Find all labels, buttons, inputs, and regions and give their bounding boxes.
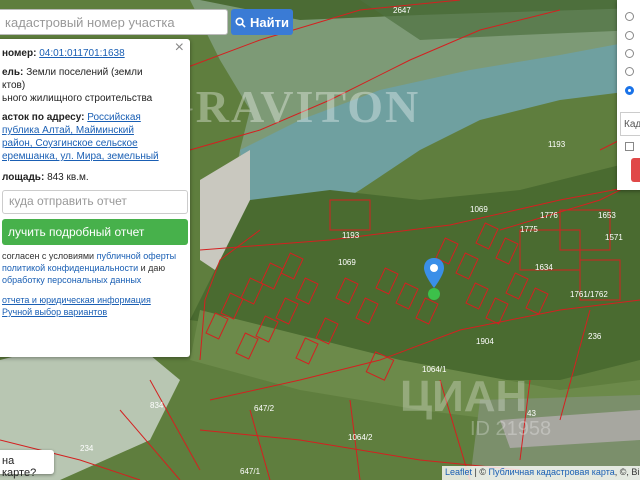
consent-text-2: и даю xyxy=(140,263,166,273)
right-cadastral-input[interactable]: Када xyxy=(620,112,640,136)
category-value-2: ктов) xyxy=(2,80,26,91)
category-label: ель: xyxy=(2,67,24,78)
parcel-number-row: номер: 04:01:011701:1638 xyxy=(2,47,182,60)
layer-option-1[interactable] xyxy=(625,12,634,21)
layer-option-3[interactable] xyxy=(625,49,634,58)
bottom-links: отчета и юридическая информация Ручной в… xyxy=(2,294,182,318)
map-label: 1634 xyxy=(535,263,553,272)
radio-icon[interactable] xyxy=(625,49,634,58)
radio-icon[interactable] xyxy=(625,31,634,40)
layer-checkbox[interactable] xyxy=(625,142,634,151)
address-row: асток по адресу: Российская публика Алта… xyxy=(2,111,182,163)
address-link-3[interactable]: район, Соузгинское сельское xyxy=(2,138,138,149)
personal-data-link[interactable]: обработку персональных данных xyxy=(2,275,141,285)
report-email-input[interactable]: куда отправить отчет xyxy=(2,190,188,214)
right-input-placeholder: Када xyxy=(624,119,640,130)
map-label: 1571 xyxy=(605,233,623,242)
red-action-button[interactable] xyxy=(631,158,640,182)
map-label: 1069 xyxy=(338,258,356,267)
report-info-link[interactable]: отчета и юридическая информация xyxy=(2,295,151,305)
map-label: 1776 xyxy=(540,211,558,220)
map-label: 1193 xyxy=(342,231,360,240)
consent-text: согласен с условиями публичной оферты по… xyxy=(2,250,182,286)
address-link-4[interactable]: еремшанка, ул. Мира, земельный xyxy=(2,151,159,162)
layer-option-4[interactable] xyxy=(625,67,634,76)
offer-link[interactable]: публичной оферты xyxy=(97,251,177,261)
search-icon xyxy=(235,16,246,28)
map-attribution: Leaflet | © Публичная кадастровая карта,… xyxy=(442,466,640,480)
find-button[interactable]: Найти xyxy=(231,9,293,35)
area-label: лощадь: xyxy=(2,172,45,183)
category-row: ель: Земли поселений (земли ктов) ьного … xyxy=(2,66,182,105)
radio-icon[interactable] xyxy=(625,67,634,76)
address-link-1[interactable]: Российская xyxy=(87,112,141,123)
radio-icon[interactable] xyxy=(625,12,634,21)
map-label: 1904 xyxy=(476,337,494,346)
where-on-map-button[interactable]: на карте? xyxy=(0,450,54,479)
parcel-number-label: номер: xyxy=(2,48,37,59)
area-row: лощадь: 843 кв.м. xyxy=(2,171,182,184)
map-label: 1761/1762 xyxy=(570,290,608,299)
map-label: 834 xyxy=(150,401,164,410)
privacy-link[interactable]: политикой конфиденциальности xyxy=(2,263,138,273)
map-pin-icon[interactable] xyxy=(424,258,444,288)
area-value: 843 кв.м. xyxy=(47,172,89,183)
map-label: 1064/1 xyxy=(422,365,447,374)
category-value: Земли поселений (земли xyxy=(26,67,143,78)
map-label: 2647 xyxy=(393,6,411,15)
map-label: 647/2 xyxy=(254,404,275,413)
checkbox-icon[interactable] xyxy=(625,142,634,151)
map-label: 1653 xyxy=(598,211,616,220)
leaflet-link[interactable]: Leaflet xyxy=(445,467,472,477)
close-icon[interactable]: × xyxy=(175,40,184,56)
get-report-button[interactable]: лучить подробный отчет xyxy=(2,219,188,245)
map-label: 236 xyxy=(588,332,602,341)
map-label: 43 xyxy=(527,409,536,418)
address-label: асток по адресу: xyxy=(2,112,85,123)
radio-selected-icon[interactable] xyxy=(625,86,634,95)
parcel-number-link[interactable]: 04:01:011701:1638 xyxy=(39,48,124,59)
map-label: 1064/2 xyxy=(348,433,373,442)
get-report-label: лучить подробный отчет xyxy=(8,224,145,239)
where-on-map-label: на карте? xyxy=(2,455,37,479)
map-label: 1069 xyxy=(470,205,488,214)
pkk-link[interactable]: Публичная кадастровая карта xyxy=(489,467,615,477)
layer-option-2[interactable] xyxy=(625,31,634,40)
address-link-2[interactable]: публика Алтай, Майминский xyxy=(2,125,134,136)
layer-option-5[interactable] xyxy=(625,86,634,95)
consent-text-1: согласен с условиями xyxy=(2,251,95,261)
parcel-info-panel: × номер: 04:01:011701:1638 ель: Земли по… xyxy=(0,39,190,357)
attribution-rest: , ©, Bing xyxy=(614,467,640,477)
map-label: 234 xyxy=(80,444,94,453)
manual-choice-link[interactable]: Ручной выбор вариантов xyxy=(2,307,107,317)
permitted-use-value: ьного жилищного строительства xyxy=(2,93,153,104)
search-placeholder: кадастровый номер участка xyxy=(5,15,175,30)
report-input-placeholder: куда отправить отчет xyxy=(9,194,127,208)
map-label: 1775 xyxy=(520,225,538,234)
map-label: 1193 xyxy=(548,140,566,149)
map-label: 647/1 xyxy=(240,467,261,476)
cadastral-search-input[interactable]: кадастровый номер участка xyxy=(0,9,228,35)
find-button-label: Найти xyxy=(250,14,289,30)
attribution-sep: | © xyxy=(472,467,489,477)
